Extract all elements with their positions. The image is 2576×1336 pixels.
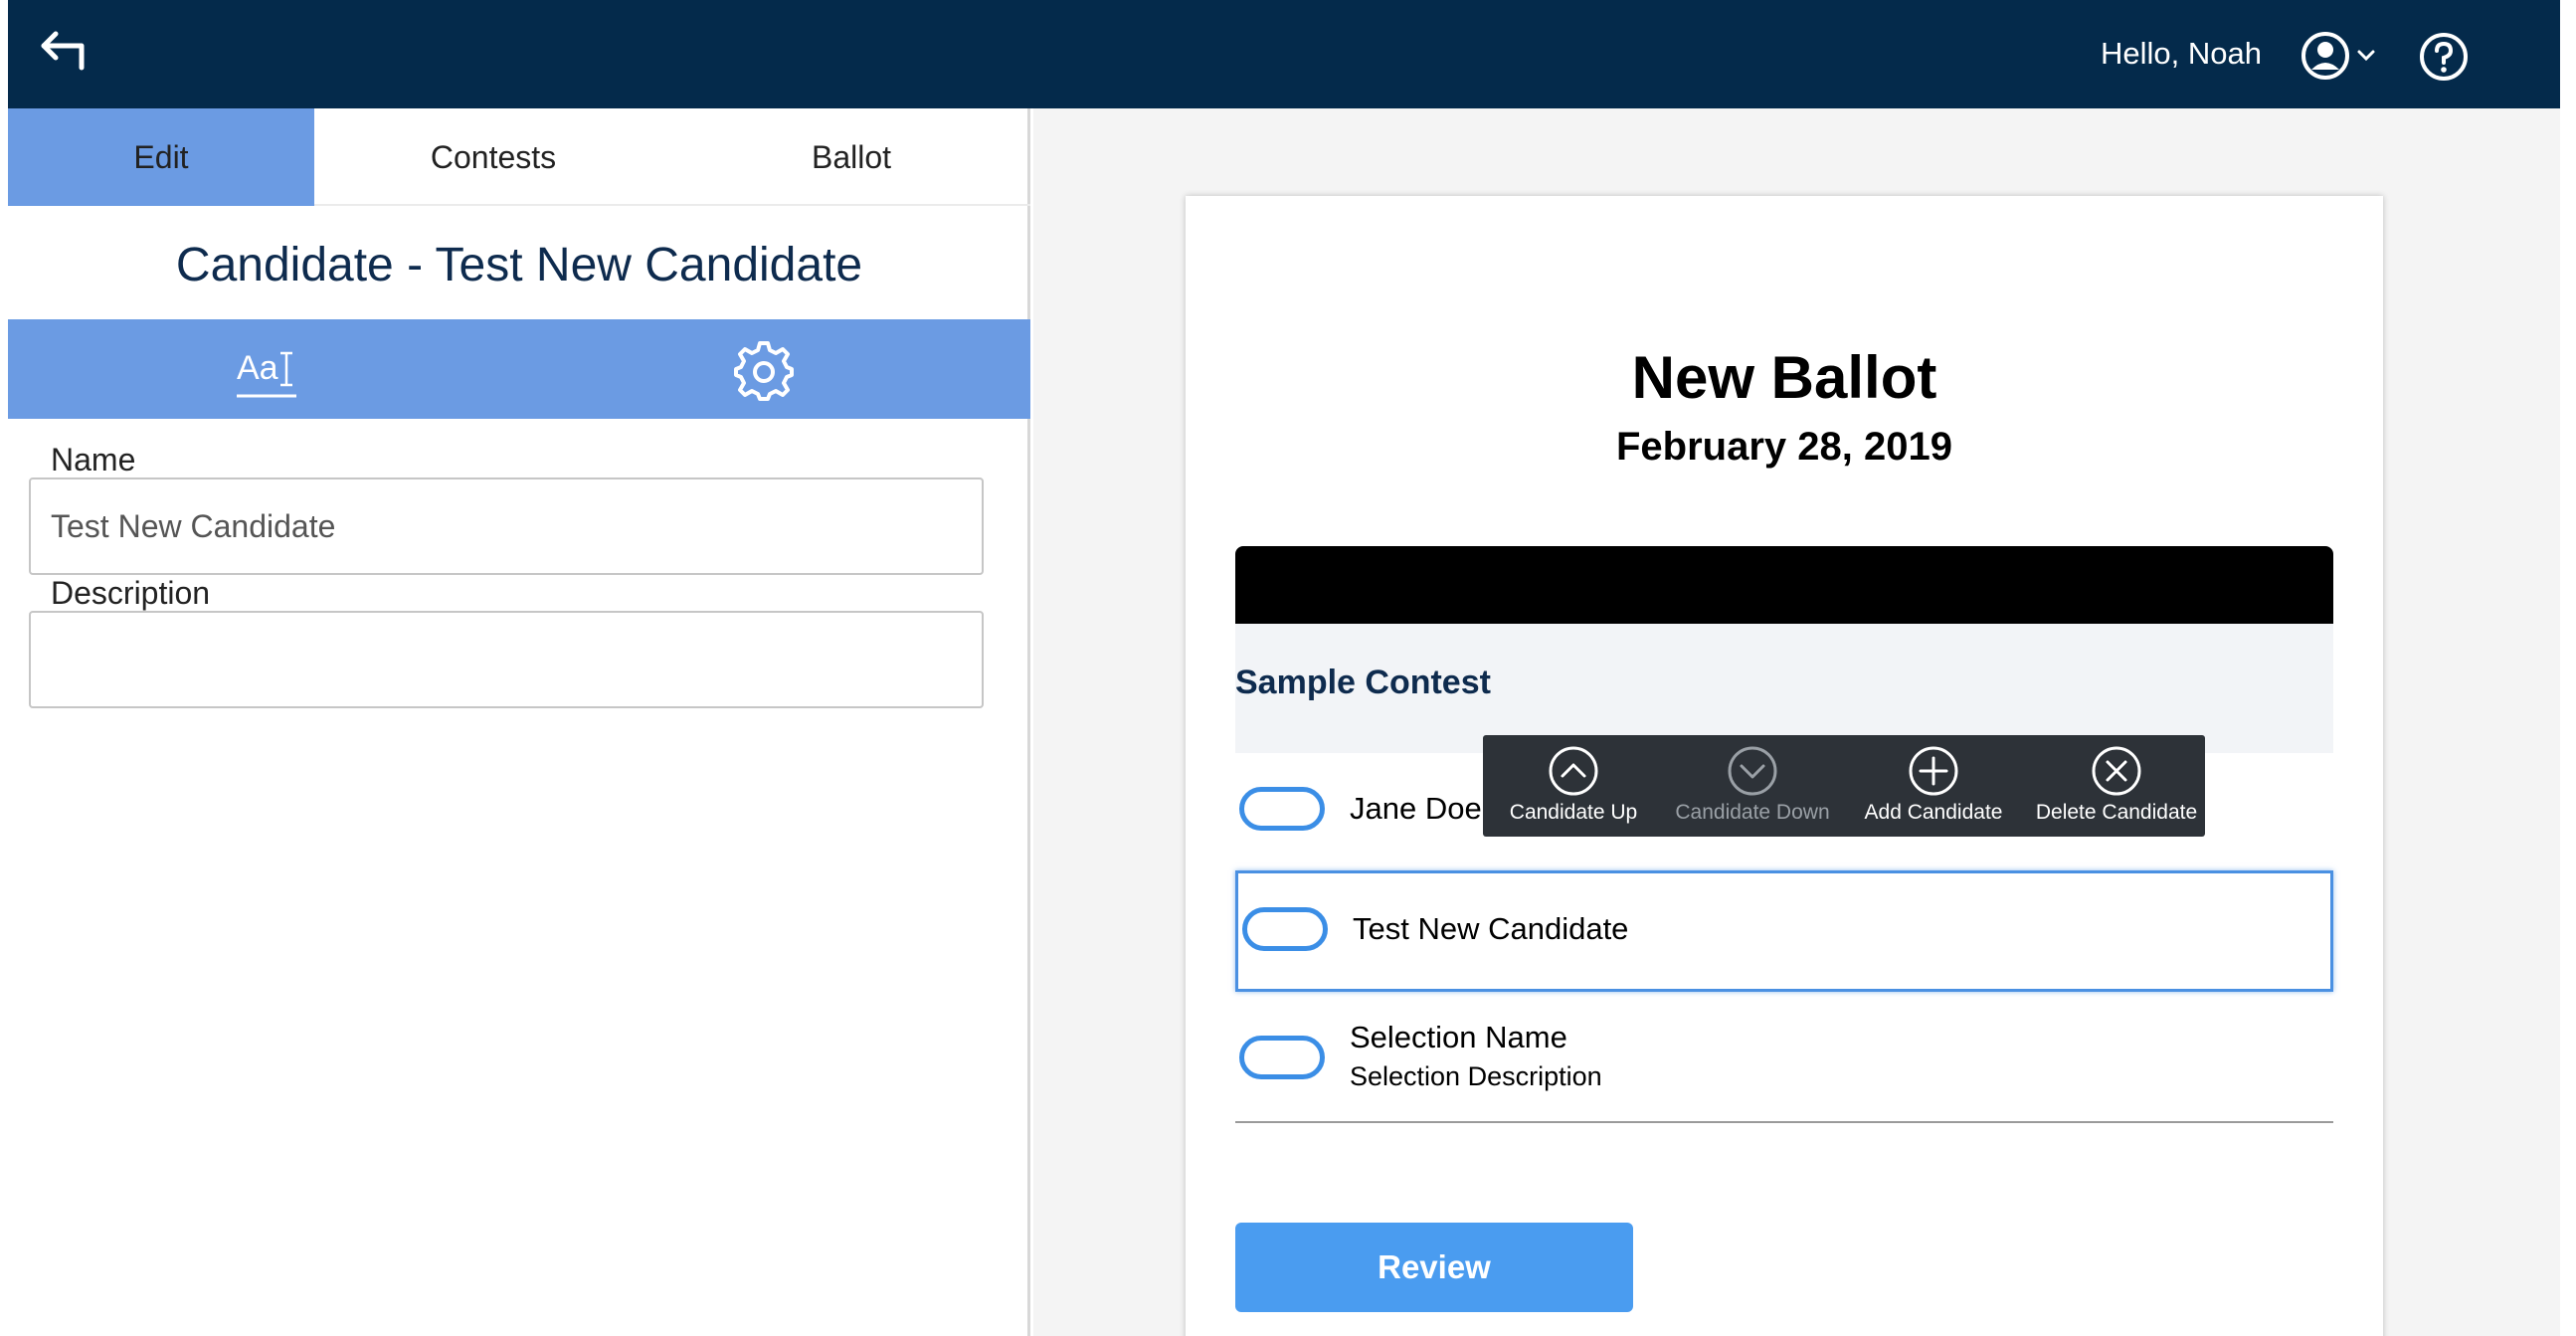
chevron-up-circle-icon <box>1549 746 1598 796</box>
add-candidate-button[interactable]: Add Candidate <box>1843 735 2024 837</box>
candidate-down-label: Candidate Down <box>1675 801 1830 824</box>
gear-icon <box>734 341 794 401</box>
subtab-settings[interactable] <box>732 339 796 403</box>
delete-candidate-button[interactable]: Delete Candidate <box>2026 735 2207 837</box>
back-button[interactable] <box>38 28 101 82</box>
panel-title: Candidate - Test New Candidate <box>175 239 863 291</box>
candidate-up-label: Candidate Up <box>1509 801 1638 824</box>
name-input[interactable] <box>29 477 984 575</box>
candidate-oval[interactable] <box>1239 1036 1325 1079</box>
candidate-down-button[interactable]: Candidate Down <box>1662 735 1843 837</box>
candidate-oval[interactable] <box>1242 907 1328 951</box>
back-arrow-icon <box>41 31 85 71</box>
add-candidate-label: Add Candidate <box>1864 801 2003 824</box>
candidate-name: Test New Candidate <box>1353 911 1629 946</box>
help-icon <box>2420 33 2468 81</box>
user-circle-icon <box>2301 32 2375 80</box>
user-greeting: Hello, Noah <box>2101 36 2262 71</box>
chevron-down-circle-icon <box>1728 746 1777 796</box>
candidate-name: Jane Doe <box>1350 791 1482 826</box>
ballot-date: February 28, 2019 <box>1616 425 1952 469</box>
user-menu-button[interactable] <box>2300 30 2385 82</box>
help-button[interactable] <box>2419 32 2469 82</box>
ballot-card: New Ballot February 28, 2019 Sample Cont… <box>1186 196 2383 1336</box>
contest-divider <box>1235 1121 2333 1123</box>
ballot-preview-area: New Ballot February 28, 2019 Sample Cont… <box>1033 108 2560 1336</box>
candidate-toolbar: Candidate Up Candidate Down Add Candidat… <box>1483 735 2205 837</box>
svg-text:Aa: Aa <box>237 349 278 387</box>
candidate-up-button[interactable]: Candidate Up <box>1483 735 1664 837</box>
tab-edit[interactable]: Edit <box>8 108 314 206</box>
candidate-row[interactable]: Selection Name Selection Description <box>1235 1002 2333 1111</box>
ballot-title: New Ballot <box>1631 344 1937 411</box>
editor-tabs: Edit Contests Ballot <box>8 108 1030 206</box>
contest-name: Sample Contest <box>1235 664 1491 701</box>
candidate-oval[interactable] <box>1239 787 1325 831</box>
contest-header-bar <box>1235 546 2333 624</box>
x-circle-icon <box>2092 746 2141 796</box>
description-input[interactable] <box>29 611 984 708</box>
description-label: Description <box>51 575 211 611</box>
review-button[interactable]: Review <box>1235 1223 1633 1312</box>
candidate-name: Selection Name <box>1350 1020 1567 1054</box>
candidate-row-selected[interactable]: Test New Candidate <box>1235 870 2333 992</box>
name-label: Name <box>51 442 136 477</box>
subtab-text[interactable]: Aa <box>235 341 300 401</box>
tab-contests[interactable]: Contests <box>314 108 672 206</box>
tab-ballot[interactable]: Ballot <box>672 108 1030 206</box>
editor-panel: Edit Contests Ballot Candidate - Test Ne… <box>8 108 1030 1336</box>
editor-subtabs: Aa <box>8 319 1030 419</box>
candidate-description: Selection Description <box>1350 1061 1602 1091</box>
top-bar: Hello, Noah <box>8 0 2560 108</box>
contest-section: Sample Contest <box>1235 624 2333 753</box>
plus-circle-icon <box>1909 746 1958 796</box>
text-format-icon: Aa <box>237 349 296 398</box>
delete-candidate-label: Delete Candidate <box>2035 801 2198 824</box>
